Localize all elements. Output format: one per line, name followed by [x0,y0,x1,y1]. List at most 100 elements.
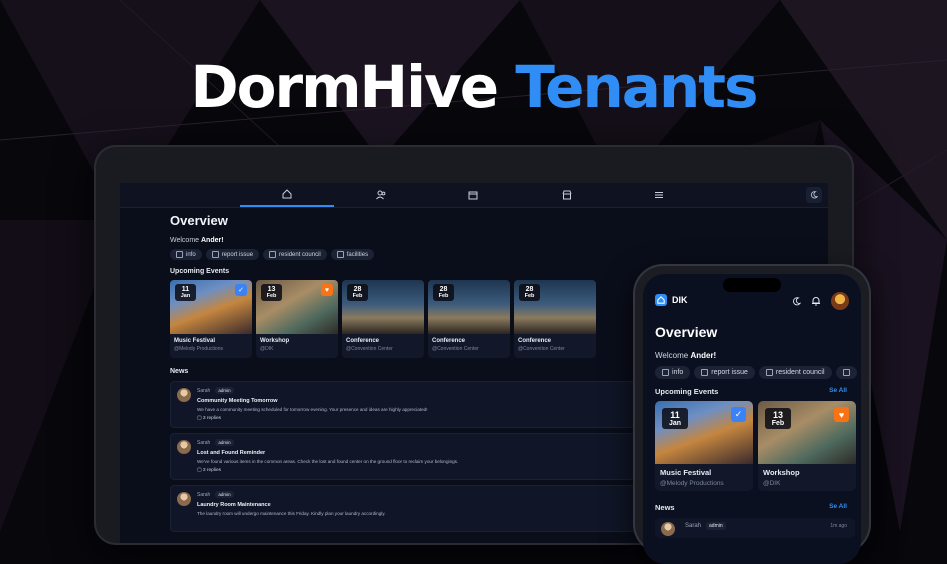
news-post[interactable]: Sarah admin Lost and Found Reminder We've… [170,433,650,480]
event-card[interactable]: 28 Feb Conference @Convention Center [342,280,424,358]
event-card[interactable]: 28 Feb Conference @Convention Center [428,280,510,358]
hero-word-brand: DormHive [190,53,500,121]
chip-label: resident council [279,251,321,258]
event-image: 28 Feb [342,280,424,334]
event-card[interactable]: 13 Feb ♥ Workshop @DIK [758,401,856,491]
event-card[interactable]: 11 Jan ✓ Music Festival @Melody Productio… [655,401,753,491]
news-post[interactable]: Sarah admin 1m ago [655,518,855,538]
avatar[interactable] [831,292,849,310]
document-icon [662,369,669,376]
event-date: 28 Feb [433,284,454,301]
avatar [177,388,191,402]
upcoming-events-header: Upcoming Events Se All [655,387,847,396]
mobile-app-screen: DIK Overview Welcome Ander! info report … [643,274,861,564]
chip-facilities[interactable]: facilities [330,249,375,260]
check-icon[interactable]: ✓ [731,407,746,422]
top-navigation [120,183,828,208]
home-icon [282,189,292,199]
event-day: 11 [670,410,680,420]
news-header: News Se All [655,503,847,512]
replies-count: 3 replies [202,416,222,421]
event-month: Jan [668,420,682,427]
tab-home[interactable] [240,183,334,207]
event-organizer: @DIK [260,346,274,352]
chip-report-issue[interactable]: report issue [694,366,755,379]
chip-facilities[interactable] [835,366,857,379]
see-all-events-link[interactable]: Se All [829,387,847,396]
welcome-user: Ander! [690,351,717,360]
event-card[interactable]: 28 Feb Conference @Convention Center [514,280,596,358]
users-icon [376,190,386,200]
chip-label: info [672,369,684,376]
welcome-text: Welcome Ander! [655,351,861,360]
event-month: Feb [352,293,363,299]
event-title: Music Festival [174,338,216,344]
people-icon [765,369,773,376]
chip-report-issue[interactable]: report issue [205,249,260,260]
event-date: 13 Feb [261,284,282,301]
event-title: Conference [432,338,466,344]
event-organizer: @Melody Productions [174,346,223,352]
people-icon [269,251,277,258]
event-card[interactable]: 11 Jan ✓ Music Festival @Melody Productio… [170,280,252,358]
welcome-prefix: Welcome [655,351,689,360]
replies-count: 3 replies [202,468,222,473]
building-icon [336,251,344,258]
chip-info[interactable]: info [170,249,202,260]
event-image: 13 Feb ♥ [256,280,338,334]
event-month: Feb [266,293,277,299]
chip-label: report issue [711,369,748,376]
chip-resident-council[interactable]: resident council [263,249,327,260]
replies-link[interactable]: ▢ 3 replies [197,468,643,473]
check-icon[interactable]: ✓ [235,284,247,296]
mobile-overview: Overview Welcome Ander! info report issu… [655,324,861,538]
theme-toggle-button[interactable] [806,187,822,203]
event-organizer: @Melody Productions [660,480,724,487]
home-logo-icon [655,294,667,306]
event-day: 28 [439,286,448,293]
post-author: Sarah [197,491,211,498]
brand-name: DIK [672,295,688,305]
role-badge: admin [215,387,234,394]
heart-icon[interactable]: ♥ [834,407,849,422]
event-organizer: @DIK [763,480,781,487]
comment-icon: ▢ [197,468,202,473]
event-card[interactable]: 13 Feb ♥ Workshop @DIK [256,280,338,358]
chip-resident-council[interactable]: resident council [758,366,832,379]
mobile-header-brand[interactable]: DIK [655,294,688,306]
news-post[interactable]: Sarah admin Laundry Room Maintenance The … [170,485,650,532]
post-author: Sarah [685,523,702,529]
chip-label: facilities [346,251,369,258]
tab-calendar[interactable] [426,183,520,207]
post-body: We have a community meeting scheduled fo… [197,407,428,412]
menu-icon [655,192,663,198]
post-body: We've found various items in the common … [197,459,459,464]
event-day: 13 [267,286,276,293]
chip-label: report issue [221,251,254,258]
quick-actions: info report issue resident council facil… [170,249,810,260]
bell-icon[interactable] [811,296,821,306]
event-image: 28 Feb [428,280,510,334]
role-badge: admin [706,522,726,530]
store-icon [562,190,572,200]
tab-marketplace[interactable] [520,183,614,207]
event-title: Music Festival [660,468,712,477]
welcome-prefix: Welcome [170,237,200,244]
page-title: Overview [655,324,718,340]
post-body: The laundry room will undergo maintenanc… [197,511,386,516]
replies-link[interactable]: ▢ 3 replies [197,416,643,421]
hero-title: DormHive Tenants [0,58,947,116]
post-title: Community Meeting Tomorrow [197,398,278,404]
chip-info[interactable]: info [655,366,691,379]
news-post[interactable]: Sarah admin Community Meeting Tomorrow We… [170,381,650,428]
event-title: Conference [346,338,380,344]
moon-icon[interactable] [792,296,801,306]
heart-icon[interactable]: ♥ [321,284,333,296]
mobile-header-actions [792,292,849,310]
avatar [177,492,191,506]
chip-label: resident council [775,369,825,376]
tab-residents[interactable] [334,183,428,207]
tab-menu[interactable] [612,183,706,207]
event-date: 28 Feb [347,284,368,301]
see-all-news-link[interactable]: Se All [829,503,847,512]
